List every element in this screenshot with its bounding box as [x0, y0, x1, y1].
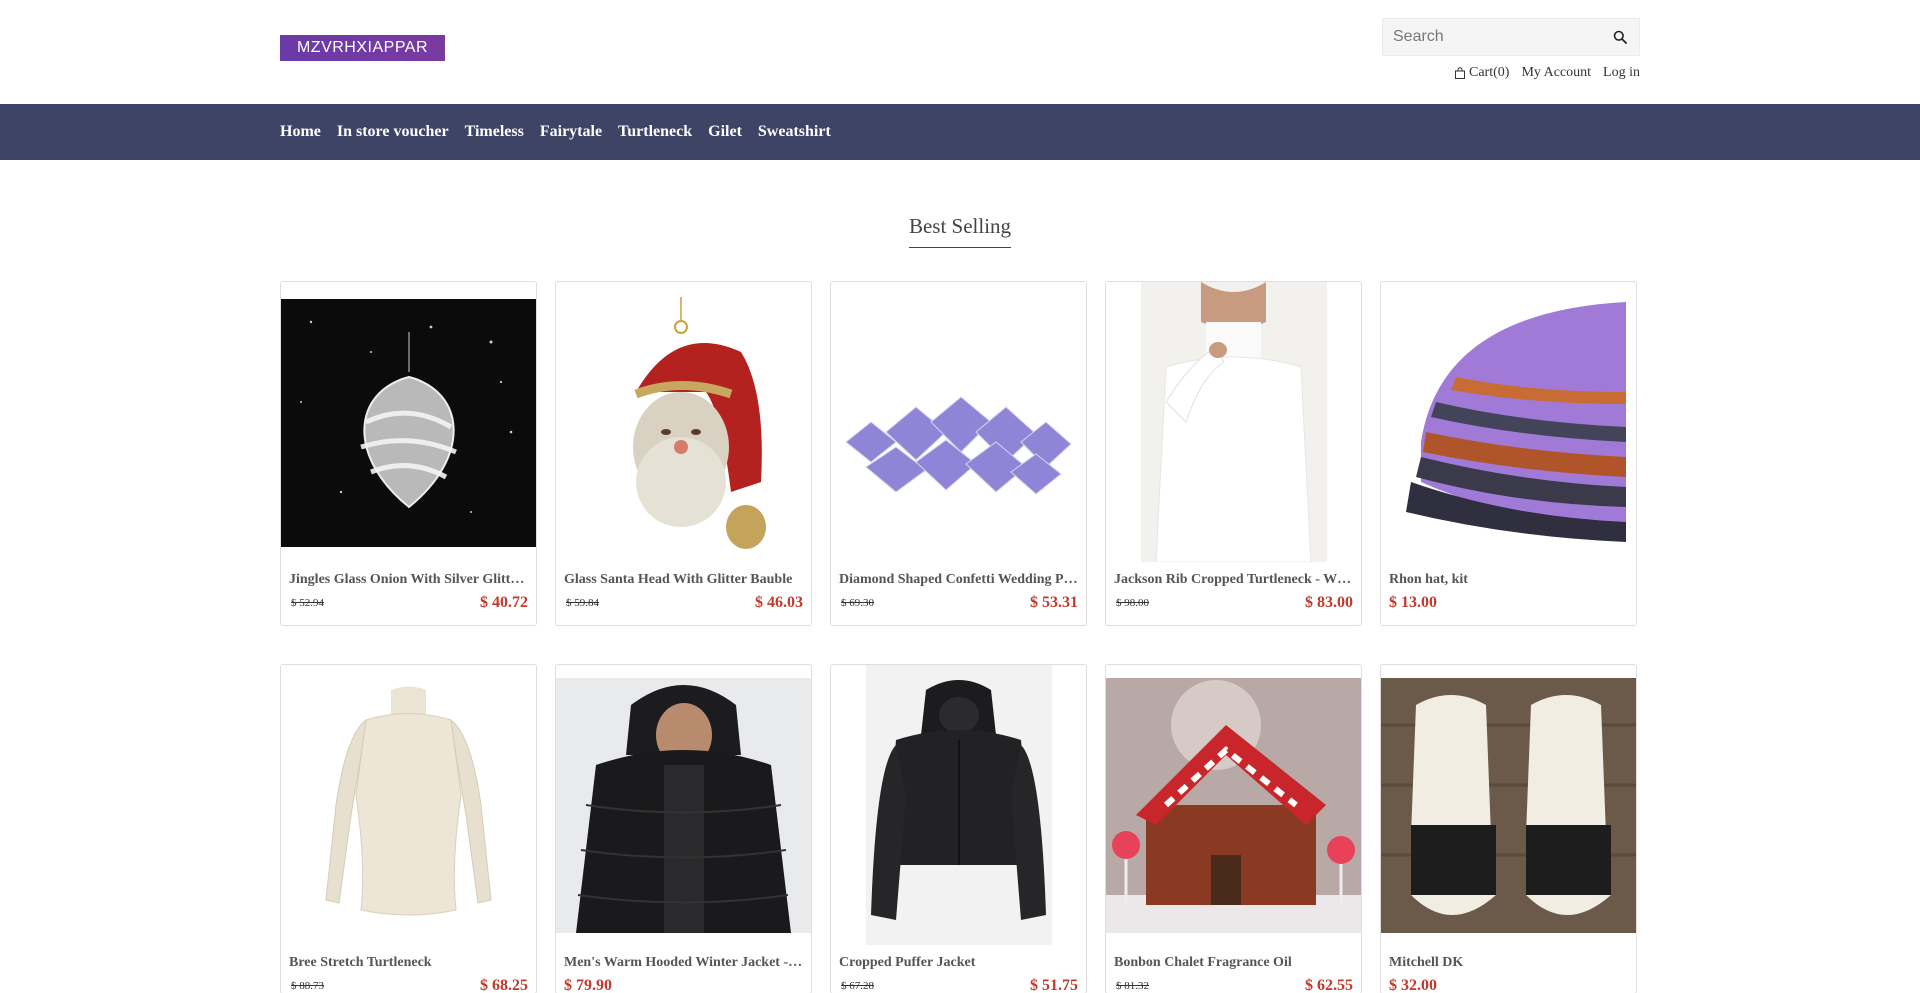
- product-card[interactable]: Diamond Shaped Confetti Wedding Party $ …: [830, 281, 1087, 626]
- product-prices: $ 98.00 $ 83.00: [1106, 588, 1361, 612]
- nav-item-in-store-voucher[interactable]: In store voucher: [337, 123, 449, 141]
- sale-price: $ 32.00: [1389, 977, 1437, 993]
- product-name[interactable]: Glass Santa Head With Glitter Bauble: [556, 572, 811, 588]
- product-card[interactable]: Jackson Rib Cropped Turtleneck - White $…: [1105, 281, 1362, 626]
- cart-link[interactable]: Cart(0): [1454, 65, 1509, 81]
- product-prices: $ 32.00: [1381, 971, 1636, 993]
- sale-price: $ 51.75: [1030, 977, 1078, 993]
- search-icon: [1613, 30, 1627, 44]
- section-heading: Best Selling: [0, 214, 1920, 248]
- original-price: $ 81.32: [1116, 980, 1149, 992]
- nav-item-fairytale[interactable]: Fairytale: [540, 123, 602, 141]
- product-image-white-turtleneck: [1106, 282, 1361, 562]
- product-image-puffer-jacket: [831, 665, 1086, 945]
- search-bar: [1382, 18, 1640, 56]
- product-name[interactable]: Jackson Rib Cropped Turtleneck - White: [1106, 572, 1361, 588]
- sale-price: $ 83.00: [1305, 594, 1353, 611]
- account-links: Cart(0) My Account Log in: [1454, 65, 1640, 81]
- product-prices: $ 79.90: [556, 971, 811, 993]
- product-name[interactable]: Rhon hat, kit: [1381, 572, 1636, 588]
- product-image-yarn-skeins: [1381, 665, 1636, 945]
- nav-item-sweatshirt[interactable]: Sweatshirt: [758, 123, 831, 141]
- sale-price: $ 53.31: [1030, 594, 1078, 611]
- product-image-glass-onion-bauble: [281, 282, 536, 562]
- product-image-cream-turtleneck: [281, 665, 536, 945]
- product-prices: $ 88.73 $ 68.25: [281, 971, 536, 993]
- product-card[interactable]: Glass Santa Head With Glitter Bauble $ 5…: [555, 281, 812, 626]
- original-price: $ 98.00: [1116, 597, 1149, 609]
- product-image-hooded-jacket: [556, 665, 811, 945]
- product-prices: $ 59.84 $ 46.03: [556, 588, 811, 612]
- store-logo[interactable]: MZVRHXIAPPAR: [280, 35, 445, 61]
- product-name[interactable]: Bree Stretch Turtleneck: [281, 955, 536, 971]
- product-image-diamond-confetti: [831, 282, 1086, 562]
- original-price: $ 67.28: [841, 980, 874, 992]
- original-price: $ 69.30: [841, 597, 874, 609]
- product-name[interactable]: Jingles Glass Onion With Silver Glitter …: [281, 572, 536, 588]
- original-price: $ 88.73: [291, 980, 324, 992]
- product-name[interactable]: Mitchell DK: [1381, 955, 1636, 971]
- main-navigation: Home In store voucher Timeless Fairytale…: [0, 104, 1920, 160]
- product-name[interactable]: Bonbon Chalet Fragrance Oil: [1106, 955, 1361, 971]
- original-price: $ 59.84: [566, 597, 599, 609]
- sale-price: $ 62.55: [1305, 977, 1353, 993]
- site-header: MZVRHXIAPPAR Cart(0) My Account Log in: [0, 0, 1920, 104]
- shopping-bag-icon: [1454, 67, 1466, 79]
- sale-price: $ 40.72: [480, 594, 528, 611]
- product-card[interactable]: Cropped Puffer Jacket $ 67.28 $ 51.75: [830, 664, 1087, 993]
- product-name[interactable]: Diamond Shaped Confetti Wedding Party: [831, 572, 1086, 588]
- nav-item-gilet[interactable]: Gilet: [708, 123, 742, 141]
- product-prices: $ 69.30 $ 53.31: [831, 588, 1086, 612]
- nav-item-home[interactable]: Home: [280, 123, 321, 141]
- product-card[interactable]: Bonbon Chalet Fragrance Oil $ 81.32 $ 62…: [1105, 664, 1362, 993]
- product-card[interactable]: Bree Stretch Turtleneck $ 88.73 $ 68.25: [280, 664, 537, 993]
- product-image-knit-hat: [1381, 282, 1636, 562]
- search-button[interactable]: [1601, 19, 1639, 55]
- product-card[interactable]: Jingles Glass Onion With Silver Glitter …: [280, 281, 537, 626]
- product-name[interactable]: Men's Warm Hooded Winter Jacket - Black: [556, 955, 811, 971]
- product-prices: $ 52.94 $ 40.72: [281, 588, 536, 612]
- login-link[interactable]: Log in: [1603, 65, 1640, 81]
- my-account-link[interactable]: My Account: [1521, 65, 1591, 81]
- product-card[interactable]: Mitchell DK $ 32.00: [1380, 664, 1637, 993]
- section-title: Best Selling: [908, 214, 1012, 248]
- sale-price: $ 46.03: [755, 594, 803, 611]
- sale-price: $ 13.00: [1389, 594, 1437, 611]
- product-image-candy-chalet: [1106, 665, 1361, 945]
- product-prices: $ 13.00: [1381, 588, 1636, 612]
- product-card[interactable]: Men's Warm Hooded Winter Jacket - Black …: [555, 664, 812, 993]
- original-price: $ 52.94: [291, 597, 324, 609]
- product-image-santa-head-bauble: [556, 282, 811, 562]
- sale-price: $ 68.25: [480, 977, 528, 993]
- search-input[interactable]: [1383, 19, 1601, 55]
- nav-item-timeless[interactable]: Timeless: [465, 123, 524, 141]
- product-name[interactable]: Cropped Puffer Jacket: [831, 955, 1086, 971]
- product-prices: $ 81.32 $ 62.55: [1106, 971, 1361, 993]
- sale-price: $ 79.90: [564, 977, 612, 993]
- product-prices: $ 67.28 $ 51.75: [831, 971, 1086, 993]
- cart-label: Cart(0): [1469, 65, 1510, 80]
- nav-item-turtleneck[interactable]: Turtleneck: [618, 123, 692, 141]
- product-card[interactable]: Rhon hat, kit $ 13.00: [1380, 281, 1637, 626]
